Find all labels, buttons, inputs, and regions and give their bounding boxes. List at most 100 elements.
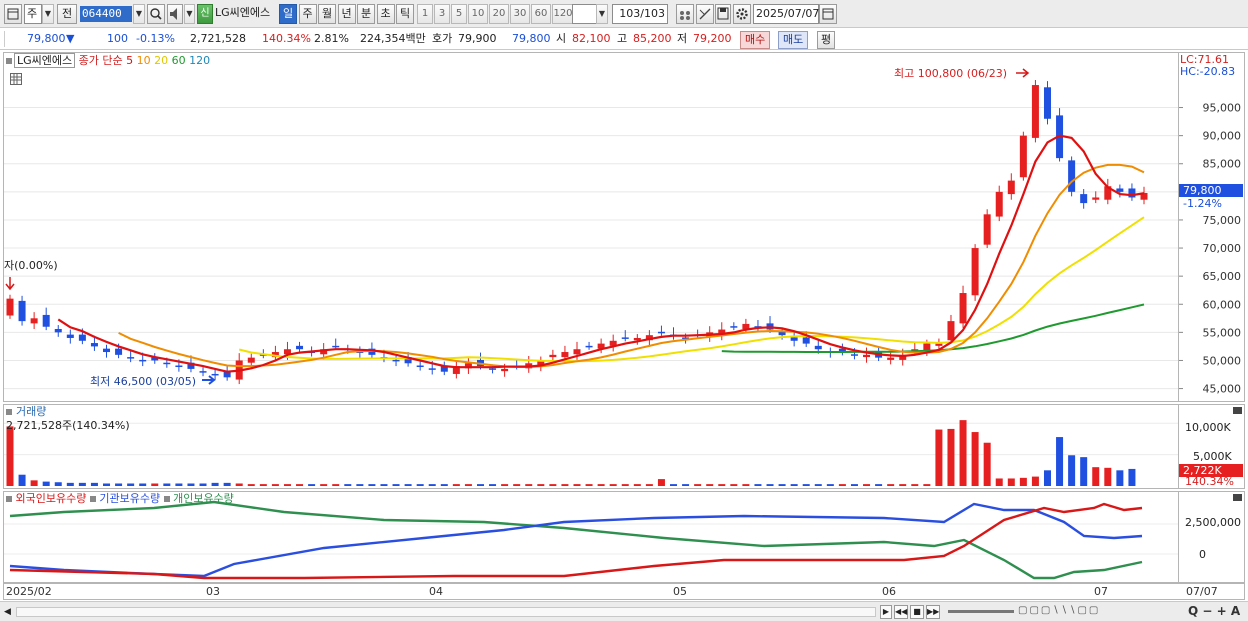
volume-bar[interactable] xyxy=(476,484,484,486)
candle-body[interactable] xyxy=(1019,135,1027,178)
volume-bar[interactable] xyxy=(850,484,858,486)
volume-panel[interactable]: 거래량 2,721,528주(140.34%) xyxy=(3,404,1179,489)
eval-button[interactable]: 평 xyxy=(817,31,836,49)
candle-body[interactable] xyxy=(6,298,14,316)
volume-bar[interactable] xyxy=(356,484,364,486)
volume-bar[interactable] xyxy=(452,484,460,486)
volume-bar[interactable] xyxy=(621,484,629,486)
volume-bar[interactable] xyxy=(670,484,678,486)
volume-bar[interactable] xyxy=(947,428,955,486)
volume-bar[interactable] xyxy=(609,484,617,486)
minute-tab-0[interactable]: 1 xyxy=(417,4,433,24)
candle-body[interactable] xyxy=(199,371,207,373)
date-input[interactable]: 2025/07/07 xyxy=(753,4,819,24)
zoom-slider[interactable] xyxy=(948,610,1014,613)
volume-bar[interactable] xyxy=(1031,476,1039,486)
candle-body[interactable] xyxy=(971,248,979,296)
volume-bar[interactable] xyxy=(223,482,231,486)
scroll-right-icon[interactable]: ▶ xyxy=(880,605,892,619)
candle-body[interactable] xyxy=(561,352,569,358)
volume-bar[interactable] xyxy=(573,484,581,486)
period-tab-4[interactable]: 분 xyxy=(357,4,375,24)
candle-body[interactable] xyxy=(332,345,340,348)
period-tab-3[interactable]: 년 xyxy=(337,4,356,24)
candle-body[interactable] xyxy=(1080,194,1088,204)
volume-axis[interactable]: 10,000K 5,000K 2,722K 140.34% xyxy=(1179,404,1245,489)
count-display[interactable]: 103/103 xyxy=(612,4,668,24)
candle-body[interactable] xyxy=(863,354,871,358)
volume-bar[interactable] xyxy=(66,482,74,486)
volume-bar[interactable] xyxy=(645,484,653,486)
volume-bar[interactable] xyxy=(1116,470,1124,486)
volume-bar[interactable] xyxy=(139,483,147,486)
volume-bar[interactable] xyxy=(1104,467,1112,486)
period-tab-2[interactable]: 월 xyxy=(318,4,336,24)
volume-bar[interactable] xyxy=(718,484,726,486)
candle-body[interactable] xyxy=(139,359,147,362)
candle-body[interactable] xyxy=(54,328,62,333)
volume-bar[interactable] xyxy=(863,484,871,486)
legend-stock-label[interactable]: LG씨엔에스 xyxy=(14,53,76,68)
buy-button[interactable]: 매수 xyxy=(740,31,771,49)
volume-bar[interactable] xyxy=(368,484,376,486)
candle-body[interactable] xyxy=(1043,87,1051,119)
stop-icon[interactable]: ■ xyxy=(910,605,924,619)
interval-dropdown-icon[interactable]: ▼ xyxy=(596,4,608,24)
volume-chart[interactable] xyxy=(4,405,1178,488)
candle-body[interactable] xyxy=(115,348,123,355)
candle-body[interactable] xyxy=(501,368,509,372)
volume-bar[interactable] xyxy=(537,484,545,486)
layout-icon[interactable] xyxy=(4,4,22,24)
candle-body[interactable] xyxy=(66,334,74,338)
period-main-select[interactable]: 주 xyxy=(24,4,42,24)
legend-institution[interactable]: 기관보유수량 xyxy=(99,492,160,505)
fast-forward-icon[interactable]: ▶▶ xyxy=(926,605,940,619)
volume-bar[interactable] xyxy=(344,484,352,486)
volume-bar[interactable] xyxy=(30,480,38,486)
volume-bar[interactable] xyxy=(489,484,497,486)
candle-body[interactable] xyxy=(790,337,798,341)
volume-bar[interactable] xyxy=(754,484,762,486)
volume-bar[interactable] xyxy=(1092,467,1100,486)
candle-body[interactable] xyxy=(730,326,738,328)
volume-bar[interactable] xyxy=(1019,477,1027,486)
candle-body[interactable] xyxy=(947,321,955,341)
legend-ma5[interactable]: 5 xyxy=(126,54,133,67)
candle-body[interactable] xyxy=(1031,85,1039,138)
candle-body[interactable] xyxy=(573,349,581,355)
volume-bar[interactable] xyxy=(597,484,605,486)
volume-bar[interactable] xyxy=(211,482,219,486)
minute-tab-5[interactable]: 30 xyxy=(510,4,530,24)
candle-body[interactable] xyxy=(1007,180,1015,195)
drawing-tool-icon[interactable] xyxy=(696,4,714,24)
volume-bar[interactable] xyxy=(18,474,26,486)
volume-bar[interactable] xyxy=(235,483,243,486)
speaker-dropdown-icon[interactable]: ▼ xyxy=(184,4,195,24)
legend-individual[interactable]: 개인보유수량 xyxy=(173,492,234,505)
volume-bar[interactable] xyxy=(380,484,388,486)
candle-body[interactable] xyxy=(78,334,86,341)
search-icon[interactable] xyxy=(147,4,165,24)
candle-body[interactable] xyxy=(935,343,943,346)
compare-icon[interactable] xyxy=(676,4,694,24)
prev-button[interactable]: 전 xyxy=(57,4,77,24)
gear-icon[interactable] xyxy=(733,4,751,24)
candle-body[interactable] xyxy=(42,314,50,327)
volume-bar[interactable] xyxy=(199,483,207,486)
volume-bar[interactable] xyxy=(296,484,304,486)
volume-bar[interactable] xyxy=(271,484,279,486)
volume-bar[interactable] xyxy=(1128,468,1136,486)
candle-body[interactable] xyxy=(621,337,629,339)
period-tab-1[interactable]: 주 xyxy=(298,4,317,24)
period-tab-6[interactable]: 틱 xyxy=(396,4,414,24)
holding-axis[interactable]: 2,500,000 0 xyxy=(1179,491,1245,583)
minute-tab-6[interactable]: 60 xyxy=(531,4,551,24)
candle-body[interactable] xyxy=(887,357,895,360)
candle-body[interactable] xyxy=(1092,197,1100,200)
candle-body[interactable] xyxy=(549,354,557,358)
volume-bar[interactable] xyxy=(247,484,255,486)
panel-close-icon[interactable] xyxy=(1233,494,1242,501)
candle-body[interactable] xyxy=(1116,188,1124,192)
period-tab-5[interactable]: 초 xyxy=(376,4,395,24)
volume-bar[interactable] xyxy=(814,484,822,486)
